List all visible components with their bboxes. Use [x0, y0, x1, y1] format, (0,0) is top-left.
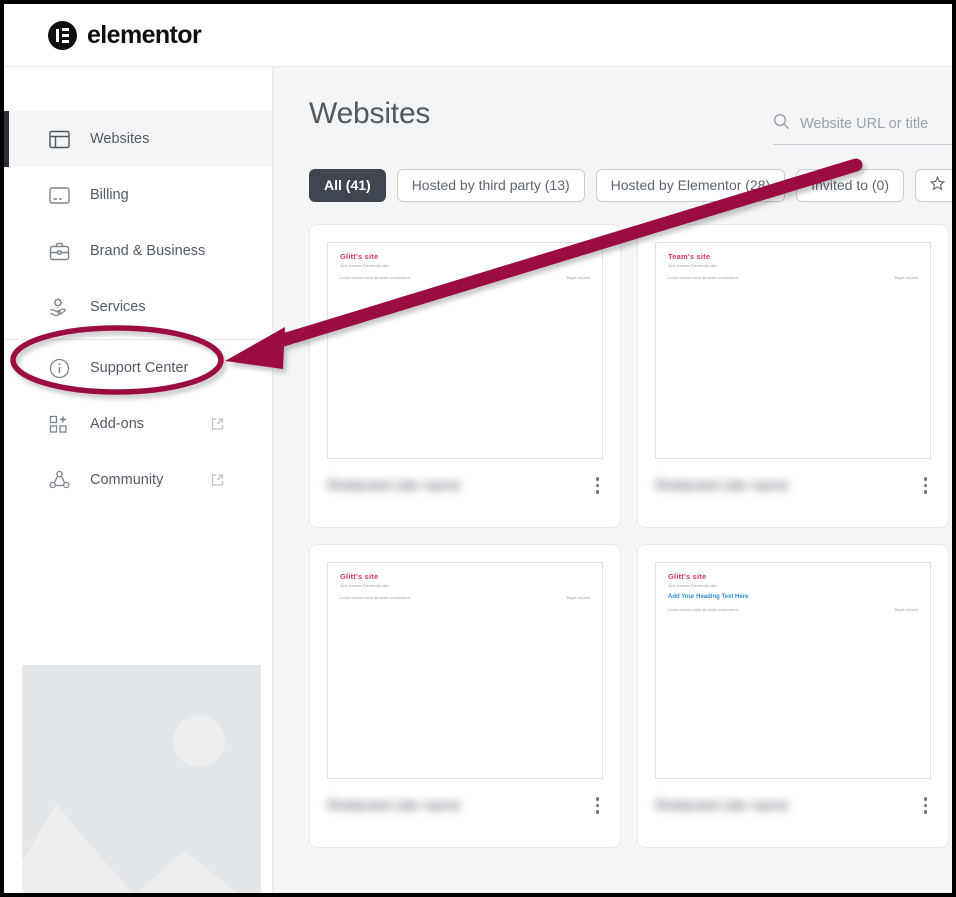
network-nodes-icon [48, 469, 70, 491]
website-name: Redacted site name [655, 476, 789, 494]
screenshot-frame: elementor Websites Billing Brand & Busin… [0, 0, 956, 897]
website-name: Redacted site name [327, 796, 461, 814]
thumbnail-subheading: Just another Elementor site [668, 263, 717, 268]
filter-chip-group: All (41) Hosted by third party (13) Host… [273, 160, 952, 210]
website-card[interactable]: Team's site Just another Elementor site … [637, 224, 949, 528]
main-content: Websites All (41) Hosted by third party … [273, 67, 952, 893]
sidebar-item-community[interactable]: Community [4, 452, 272, 508]
website-name: Redacted site name [655, 796, 789, 814]
thumbnail-left-text: Lorem ipsum dolor sit amet consectetur [668, 607, 739, 612]
sidebar-item-label: Support Center [90, 360, 189, 376]
external-link-icon [211, 418, 224, 431]
sidebar-item-support-center[interactable]: Support Center [4, 340, 272, 396]
sidebar-item-label: Brand & Business [90, 243, 206, 259]
filter-chip-hosted-elementor[interactable]: Hosted by Elementor (28) [595, 168, 786, 202]
website-thumbnail: Team's site Just another Elementor site … [655, 242, 931, 459]
sidebar-item-services[interactable]: Services [4, 279, 272, 335]
kebab-menu-icon[interactable] [592, 793, 604, 818]
sidebar-item-label: Websites [90, 131, 150, 147]
filter-chip-all[interactable]: All (41) [309, 168, 386, 202]
sidebar-top-spacer [4, 67, 272, 111]
browser-window-icon [48, 128, 70, 150]
brand-name: elementor [87, 20, 202, 49]
thumbnail-subheading: Just another Elementor site [340, 583, 389, 588]
elementor-logo-icon [48, 20, 77, 50]
star-icon [929, 175, 946, 194]
websites-grid: Glitt's site Just another Elementor site… [273, 210, 952, 848]
image-placeholder-icon [22, 665, 261, 893]
website-card[interactable]: Glitt's site Just another Elementor site… [309, 224, 621, 528]
thumbnail-heading: Glitt's site [340, 252, 379, 261]
top-bar: elementor [4, 4, 952, 67]
sidebar-item-label: Add-ons [90, 416, 145, 432]
thumbnail-right-text: Right column [566, 595, 590, 600]
thumbnail-heading: Glitt's site [340, 572, 379, 581]
filter-chip-invited-to[interactable]: Invited to (0) [796, 168, 905, 202]
search-icon [773, 113, 790, 135]
website-card[interactable]: Glitt's site Just another Elementor site… [309, 544, 621, 848]
sidebar-item-add-ons[interactable]: Add-ons [4, 396, 272, 452]
credit-card-icon [48, 184, 70, 206]
sidebar-item-label: Billing [90, 187, 129, 203]
sidebar-item-label: Community [90, 472, 164, 488]
page-title: Websites [309, 96, 431, 130]
kebab-menu-icon[interactable] [920, 793, 932, 818]
kebab-menu-icon[interactable] [592, 473, 604, 498]
search-input[interactable] [800, 116, 952, 132]
filter-chip-favorites[interactable]: Favorites (0) [915, 168, 952, 202]
thumbnail-left-text: Lorem ipsum dolor sit amet consectetur [668, 275, 739, 280]
website-thumbnail: Glitt's site Just another Elementor site… [655, 562, 931, 779]
website-thumbnail: Glitt's site Just another Elementor site… [327, 562, 603, 779]
thumbnail-heading: Glitt's site [668, 572, 707, 581]
grid-plus-icon [48, 413, 70, 435]
sidebar: Websites Billing Brand & Business Servic… [4, 67, 273, 893]
thumbnail-subheading: Just another Elementor site [340, 263, 389, 268]
briefcase-icon [48, 240, 70, 262]
thumbnail-left-text: Lorem ipsum dolor sit amet consectetur [340, 275, 411, 280]
website-card[interactable]: Glitt's site Just another Elementor site… [637, 544, 949, 848]
thumbnail-right-text: Right column [894, 607, 918, 612]
info-circle-icon [48, 357, 70, 379]
kebab-menu-icon[interactable] [920, 473, 932, 498]
hand-gear-icon [48, 296, 70, 318]
sidebar-item-websites[interactable]: Websites [4, 111, 272, 167]
sidebar-item-label: Services [90, 299, 146, 315]
external-link-icon [211, 474, 224, 487]
main-header: Websites [273, 67, 952, 160]
sidebar-item-brand-business[interactable]: Brand & Business [4, 223, 272, 279]
thumbnail-right-text: Right column [566, 275, 590, 280]
thumbnail-right-text: Right column [894, 275, 918, 280]
website-thumbnail: Glitt's site Just another Elementor site… [327, 242, 603, 459]
thumbnail-blue-heading: Add Your Heading Text Here [668, 594, 749, 600]
search-box[interactable] [773, 113, 952, 145]
thumbnail-subheading: Just another Elementor site [668, 583, 717, 588]
thumbnail-left-text: Lorem ipsum dolor sit amet consectetur [340, 595, 411, 600]
thumbnail-heading: Team's site [668, 252, 711, 261]
website-name: Redacted site name [327, 476, 461, 494]
brand-logo[interactable]: elementor [48, 20, 202, 50]
filter-chip-hosted-third-party[interactable]: Hosted by third party (13) [396, 168, 585, 202]
sidebar-item-billing[interactable]: Billing [4, 167, 272, 223]
